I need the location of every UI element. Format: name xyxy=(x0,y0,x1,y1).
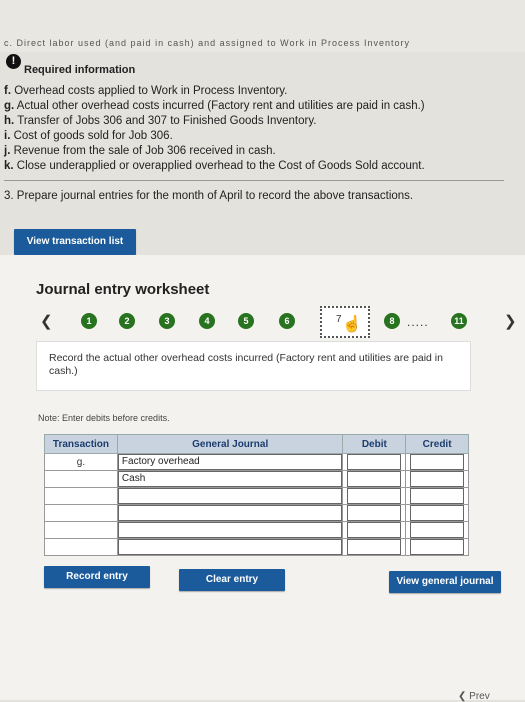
required-information-title: Required information xyxy=(24,64,136,76)
step-2[interactable]: 2 xyxy=(119,313,135,329)
list-item: f. Overhead costs applied to Work in Pro… xyxy=(4,85,288,97)
worksheet-title: Journal entry worksheet xyxy=(36,281,210,298)
divider xyxy=(4,180,504,181)
journal-table: Transaction General Journal Debit Credit… xyxy=(44,434,469,556)
table-row xyxy=(44,487,469,505)
general-journal-header: General Journal xyxy=(116,434,344,454)
prev-label: Prev xyxy=(469,691,490,702)
debit-field[interactable] xyxy=(347,488,402,504)
prev-link[interactable]: ❮ Prev xyxy=(458,691,490,702)
debit-field[interactable] xyxy=(347,454,402,470)
credit-field[interactable] xyxy=(410,505,464,521)
step-3[interactable]: 3 xyxy=(159,313,175,329)
list-item: g. Actual other overhead costs incurred … xyxy=(4,100,425,112)
step-ellipsis: ..... xyxy=(407,315,429,329)
account-field[interactable] xyxy=(117,539,343,555)
transaction-list: f. Overhead costs applied to Work in Pro… xyxy=(4,84,509,174)
entry-description: Record the actual other overhead costs i… xyxy=(36,341,471,391)
cut-off-text: c. Direct labor used (and paid in cash) … xyxy=(4,38,410,48)
table-row xyxy=(44,504,469,522)
view-transaction-list-button[interactable]: View transaction list xyxy=(14,229,136,255)
table-row: g. Factory overhead xyxy=(44,453,469,471)
hand-cursor-icon: ☝ xyxy=(342,316,362,333)
credit-field[interactable] xyxy=(410,522,464,538)
chevron-left-icon[interactable]: ❮ xyxy=(40,312,53,330)
debit-credit-note: Note: Enter debits before credits. xyxy=(38,413,170,423)
table-row xyxy=(44,538,469,556)
debit-field[interactable] xyxy=(347,539,402,555)
transaction-cell xyxy=(44,470,118,488)
list-item: j. Revenue from the sale of Job 306 rece… xyxy=(4,145,276,157)
view-general-journal-button[interactable]: View general journal xyxy=(389,571,501,593)
info-icon: ! xyxy=(6,54,21,69)
account-field[interactable] xyxy=(117,505,343,521)
step-4[interactable]: 4 xyxy=(199,313,215,329)
list-item: h. Transfer of Jobs 306 and 307 to Finis… xyxy=(4,115,317,127)
transaction-cell xyxy=(44,504,118,522)
clear-entry-button[interactable]: Clear entry xyxy=(179,569,285,591)
transaction-header: Transaction xyxy=(44,434,118,454)
account-field[interactable]: Factory overhead xyxy=(117,454,343,470)
transaction-cell xyxy=(44,521,118,539)
chevron-right-icon[interactable]: ❯ xyxy=(504,312,517,330)
transaction-cell xyxy=(44,538,118,556)
list-item: k. Close underapplied or overapplied ove… xyxy=(4,160,425,172)
step-11[interactable]: 11 xyxy=(451,313,467,329)
account-field[interactable]: Cash xyxy=(117,471,343,487)
table-row: Cash xyxy=(44,470,469,488)
credit-field[interactable] xyxy=(410,471,464,487)
step-6[interactable]: 6 xyxy=(279,313,295,329)
debit-field[interactable] xyxy=(347,522,402,538)
record-entry-button[interactable]: Record entry xyxy=(44,566,150,588)
credit-header: Credit xyxy=(405,434,469,454)
step-8[interactable]: 8 xyxy=(384,313,400,329)
step-7-current[interactable]: 7 ☝ xyxy=(320,306,370,338)
credit-field[interactable] xyxy=(410,539,464,555)
table-row xyxy=(44,521,469,539)
step-number: 7 xyxy=(336,314,342,325)
transaction-cell xyxy=(44,487,118,505)
debit-field[interactable] xyxy=(347,505,402,521)
credit-field[interactable] xyxy=(410,454,464,470)
account-field[interactable] xyxy=(117,522,343,538)
question-prompt: 3. Prepare journal entries for the month… xyxy=(4,190,414,202)
credit-field[interactable] xyxy=(410,488,464,504)
list-item: i. Cost of goods sold for Job 306. xyxy=(4,130,173,142)
debit-field[interactable] xyxy=(347,471,402,487)
transaction-cell: g. xyxy=(44,453,118,471)
debit-header: Debit xyxy=(342,434,407,454)
journal-entry-worksheet: Journal entry worksheet ❮ 1 2 3 4 5 6 7 … xyxy=(0,255,525,702)
step-5[interactable]: 5 xyxy=(238,313,254,329)
step-1[interactable]: 1 xyxy=(81,313,97,329)
account-field[interactable] xyxy=(117,488,343,504)
chevron-left-icon: ❮ xyxy=(458,691,467,702)
